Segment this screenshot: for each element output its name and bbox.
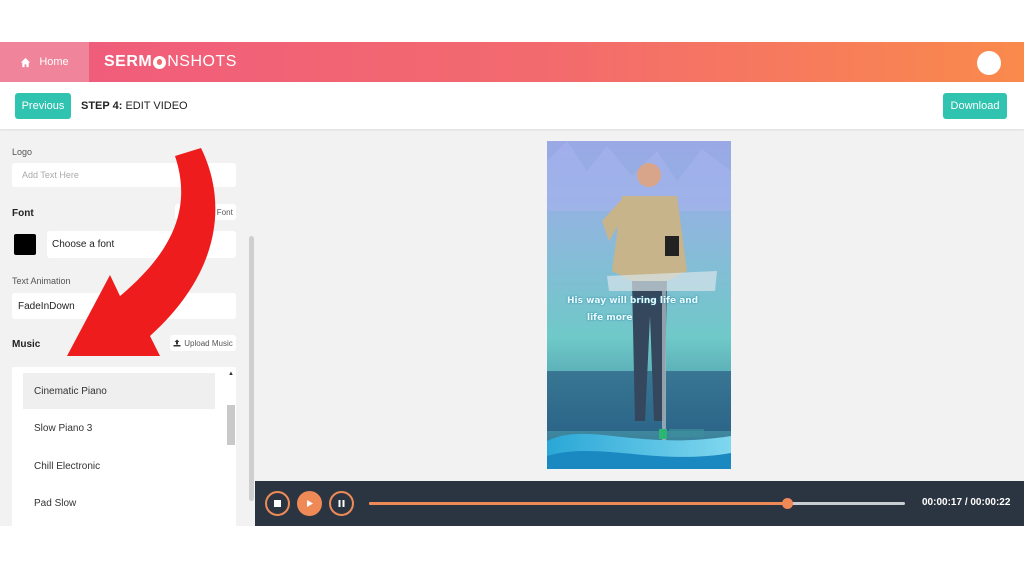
- time-readout: 00:00:17 / 00:00:22: [922, 497, 1010, 508]
- video-preview-area: His way will bring life and life more: [255, 131, 1024, 481]
- time-separator: /: [964, 497, 968, 508]
- play-button[interactable]: [297, 491, 322, 516]
- music-item-pad-slow[interactable]: Pad Slow: [23, 485, 215, 521]
- home-icon: [21, 57, 31, 67]
- stop-button[interactable]: [265, 491, 290, 516]
- font-select[interactable]: Choose a font: [47, 231, 236, 258]
- previous-button[interactable]: Previous: [15, 93, 71, 119]
- music-list-scrollbar[interactable]: [227, 405, 235, 445]
- music-label: Music: [12, 339, 41, 350]
- mic-icon: [153, 55, 167, 69]
- upload-icon: [178, 208, 186, 216]
- edit-sidebar: Logo Add Text Here Font Upload Font Choo…: [0, 131, 255, 526]
- user-avatar[interactable]: [977, 51, 1001, 75]
- music-item-chill-electronic[interactable]: Chill Electronic: [23, 448, 215, 484]
- app-frame: Home SERM NSHOTS Previous STEP 4: EDIT V…: [0, 42, 1024, 526]
- brand-text-part1: SERM: [104, 53, 153, 70]
- time-current: 00:00:17: [922, 497, 963, 508]
- font-color-swatch[interactable]: [14, 234, 36, 255]
- music-item-cinematic-piano[interactable]: Cinematic Piano: [23, 373, 215, 409]
- step-name: EDIT VIDEO: [125, 100, 188, 112]
- caption-line-1: His way will bring life and: [567, 296, 699, 306]
- pause-button[interactable]: [329, 491, 354, 516]
- step-bar: Previous STEP 4: EDIT VIDEO Download: [0, 82, 1024, 130]
- stop-icon: [274, 500, 281, 507]
- text-animation-select[interactable]: FadeInDown: [12, 293, 236, 319]
- upload-music-button[interactable]: Upload Music: [170, 335, 236, 351]
- upload-music-label: Upload Music: [184, 338, 233, 348]
- brand-logo[interactable]: SERM NSHOTS: [104, 42, 237, 82]
- home-label: Home: [39, 56, 69, 68]
- step-title: STEP 4: EDIT VIDEO: [81, 100, 188, 112]
- time-total: 00:00:22: [970, 497, 1011, 508]
- progress-fill: [369, 502, 788, 505]
- upload-icon: [173, 339, 181, 347]
- top-nav: Home SERM NSHOTS: [0, 42, 1024, 82]
- upload-font-button[interactable]: Upload Font: [175, 204, 236, 220]
- video-preview[interactable]: His way will bring life and life more: [547, 141, 731, 469]
- logo-label: Logo: [12, 147, 33, 157]
- progress-track[interactable]: [369, 498, 905, 509]
- pause-icon: [338, 500, 345, 507]
- scroll-up-arrow-icon[interactable]: ▲: [228, 371, 234, 377]
- step-prefix: STEP 4:: [81, 100, 123, 112]
- logo-text-input[interactable]: Add Text Here: [12, 163, 236, 187]
- font-label: Font: [12, 208, 34, 219]
- music-item-slow-piano-3[interactable]: Slow Piano 3: [23, 410, 215, 446]
- caption-line-2: life more: [587, 313, 633, 323]
- upload-font-label: Upload Font: [189, 207, 233, 217]
- video-player-controls: 00:00:17 / 00:00:22: [255, 481, 1024, 526]
- progress-thumb[interactable]: [782, 498, 794, 509]
- play-icon: [307, 500, 313, 507]
- text-animation-label: Text Animation: [12, 276, 71, 286]
- sidebar-scrollbar[interactable]: [249, 236, 254, 501]
- download-button[interactable]: Download: [943, 93, 1007, 119]
- brand-text-part2: NSHOTS: [167, 53, 237, 70]
- home-tab[interactable]: Home: [0, 42, 89, 82]
- music-list[interactable]: Cinematic Piano Slow Piano 3 Chill Elect…: [12, 367, 236, 526]
